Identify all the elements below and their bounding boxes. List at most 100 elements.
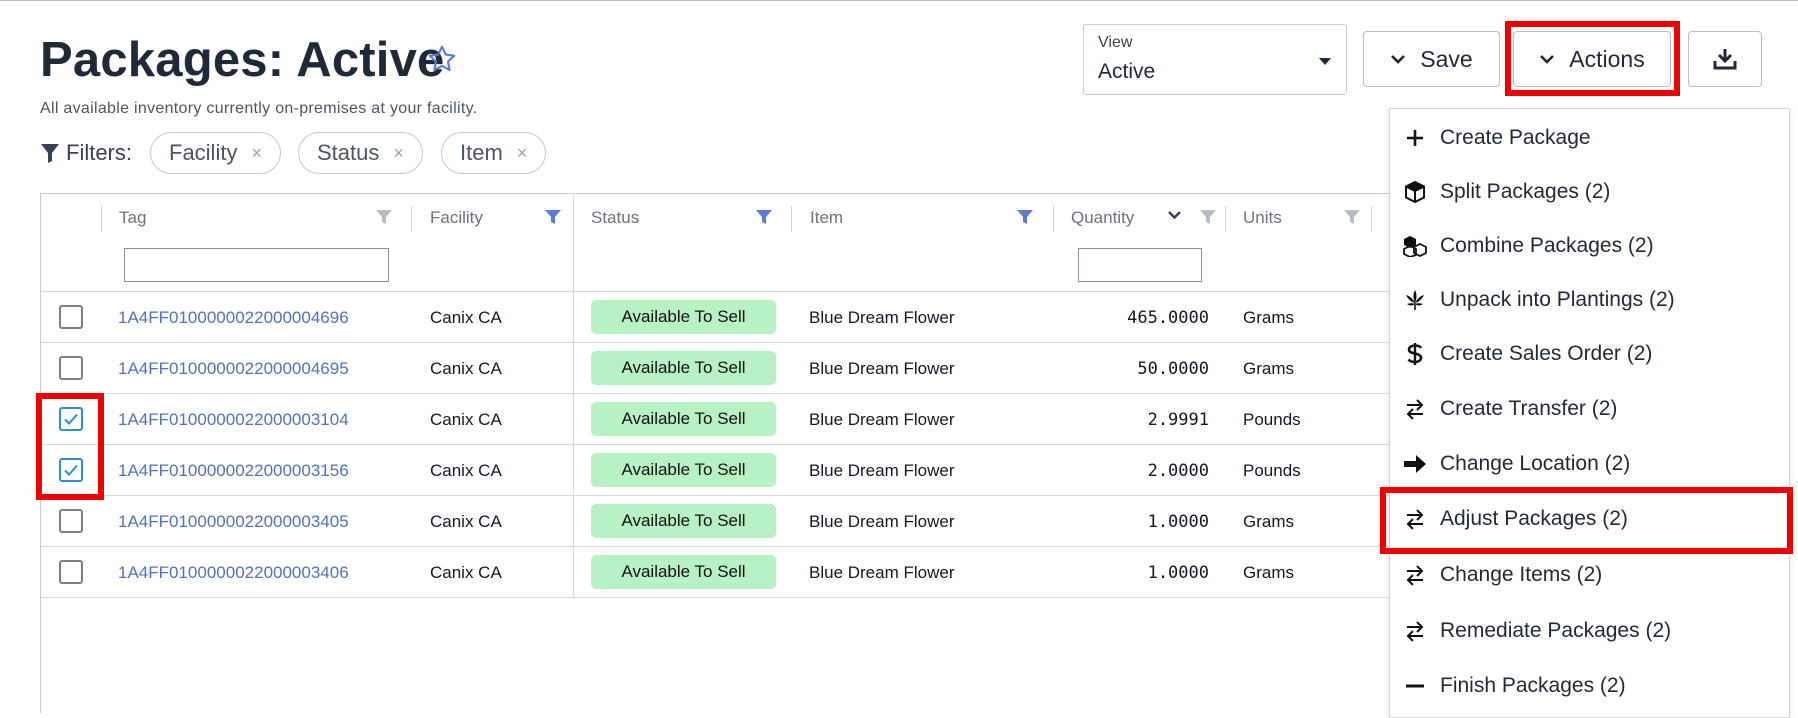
row-checkbox[interactable]	[59, 509, 83, 533]
package-tag-link[interactable]: 1A4FF0100000022000003405	[118, 496, 349, 547]
menu-item-combine-packages[interactable]: Combine Packages (2)	[1389, 219, 1790, 273]
facility-cell: Canix CA	[430, 307, 502, 327]
package-tag-link[interactable]: 1A4FF0100000022000003406	[118, 547, 349, 598]
dollar-icon	[1407, 343, 1423, 365]
menu-item-change-items[interactable]: Change Items (2)	[1389, 548, 1790, 602]
box-icon	[1405, 181, 1425, 203]
item-cell: Blue Dream Flower	[809, 409, 955, 429]
row-checkbox[interactable]	[59, 356, 83, 380]
column-filter-icon[interactable]	[755, 209, 773, 225]
quantity-cell: 50.0000	[1137, 358, 1209, 379]
item-cell: Blue Dream Flower	[809, 307, 955, 327]
units-cell: Grams	[1243, 511, 1294, 531]
menu-item-label: Combine Packages (2)	[1440, 234, 1654, 257]
sort-descending-icon[interactable]	[1167, 209, 1182, 221]
boxes-icon	[1403, 236, 1427, 257]
row-checkbox[interactable]	[59, 305, 83, 329]
menu-item-split-packages[interactable]: Split Packages (2)	[1389, 165, 1790, 219]
menu-item-change-location[interactable]: Change Location (2)	[1389, 437, 1790, 491]
filter-chip-facility[interactable]: Facility ×	[150, 132, 281, 174]
menu-item-label: Change Items (2)	[1440, 563, 1603, 586]
remove-chip-icon[interactable]: ×	[393, 143, 404, 164]
save-button[interactable]: Save	[1363, 31, 1500, 87]
filter-chip-label: Status	[317, 140, 380, 165]
column-header-label: Item	[810, 208, 844, 227]
download-button[interactable]	[1688, 31, 1762, 87]
column-separator	[101, 206, 102, 232]
column-header-item[interactable]: Item	[792, 193, 1052, 291]
menu-item-create-sales-order[interactable]: Create Sales Order (2)	[1389, 327, 1790, 381]
quantity-filter-input[interactable]	[1078, 248, 1202, 282]
quantity-cell: 2.0000	[1147, 460, 1209, 481]
table-row[interactable]: 1A4FF0100000022000003405 Canix CA Availa…	[41, 496, 1390, 547]
table-row[interactable]: 1A4FF0100000022000003104 Canix CA Availa…	[41, 394, 1390, 445]
filters-label: Filters:	[66, 140, 132, 165]
adjust-packages-highlight	[1380, 487, 1793, 554]
chevron-down-icon	[1391, 55, 1406, 64]
status-badge: Available To Sell	[591, 453, 776, 487]
item-cell: Blue Dream Flower	[809, 460, 955, 480]
package-tag-link[interactable]: 1A4FF0100000022000004696	[118, 292, 349, 343]
facility-cell: Canix CA	[430, 562, 502, 582]
page-title: Packages: Active	[40, 33, 445, 87]
quantity-cell: 1.0000	[1147, 511, 1209, 532]
caret-down-icon	[1319, 58, 1331, 65]
remove-chip-icon[interactable]: ×	[517, 143, 528, 164]
filter-chip-status[interactable]: Status ×	[298, 132, 423, 174]
exchange-arrows-icon	[1406, 621, 1424, 642]
table-row[interactable]: 1A4FF0100000022000004695 Canix CA Availa…	[41, 343, 1390, 394]
table-row[interactable]: 1A4FF0100000022000003156 Canix CA Availa…	[41, 445, 1390, 496]
row-checkbox[interactable]	[59, 560, 83, 584]
column-header-status[interactable]: Status	[574, 193, 790, 291]
actions-button-highlight	[1505, 21, 1680, 96]
column-header-units[interactable]: Units	[1226, 193, 1371, 291]
menu-item-label: Create Package	[1440, 126, 1591, 149]
menu-item-create-package[interactable]: Create Package	[1389, 111, 1790, 165]
column-filter-icon[interactable]	[544, 209, 562, 225]
menu-item-remediate-packages[interactable]: Remediate Packages (2)	[1389, 604, 1790, 658]
filter-chip-item[interactable]: Item ×	[441, 132, 547, 174]
remove-chip-icon[interactable]: ×	[251, 143, 262, 164]
package-tag-link[interactable]: 1A4FF0100000022000004695	[118, 343, 349, 394]
status-badge: Available To Sell	[591, 300, 776, 334]
column-header-label: Facility	[430, 208, 483, 227]
menu-item-label: Split Packages (2)	[1440, 180, 1611, 203]
item-cell: Blue Dream Flower	[809, 511, 955, 531]
menu-item-finish-packages[interactable]: Finish Packages (2)	[1389, 659, 1790, 713]
menu-item-label: Unpack into Plantings (2)	[1440, 288, 1675, 311]
column-header-facility[interactable]: Facility	[412, 193, 572, 291]
column-filter-icon[interactable]	[375, 209, 393, 225]
view-select[interactable]: View Active	[1083, 24, 1347, 95]
package-tag-link[interactable]: 1A4FF0100000022000003104	[118, 394, 349, 445]
menu-item-create-transfer[interactable]: Create Transfer (2)	[1389, 382, 1790, 436]
column-filter-icon[interactable]	[1343, 209, 1361, 225]
item-cell: Blue Dream Flower	[809, 358, 955, 378]
status-badge: Available To Sell	[591, 555, 776, 589]
table-row[interactable]: 1A4FF0100000022000003406 Canix CA Availa…	[41, 547, 1390, 598]
facility-cell: Canix CA	[430, 358, 502, 378]
exchange-arrows-icon	[1406, 399, 1424, 420]
menu-item-label: Create Transfer (2)	[1440, 397, 1618, 420]
tag-filter-input[interactable]	[124, 248, 389, 282]
column-header-label: Quantity	[1071, 208, 1135, 227]
column-header-label: Units	[1243, 208, 1282, 227]
item-cell: Blue Dream Flower	[809, 562, 955, 582]
column-header-label: Status	[591, 208, 640, 227]
favorite-star-icon[interactable]	[426, 43, 458, 75]
column-filter-icon[interactable]	[1199, 209, 1217, 225]
quantity-cell: 465.0000	[1127, 307, 1209, 328]
units-cell: Pounds	[1243, 409, 1301, 429]
column-filter-icon[interactable]	[1016, 209, 1034, 225]
package-tag-link[interactable]: 1A4FF0100000022000003156	[118, 445, 349, 496]
table-row[interactable]: 1A4FF0100000022000004696 Canix CA Availa…	[41, 292, 1390, 343]
column-separator	[1371, 206, 1372, 232]
filter-chip-label: Facility	[169, 140, 238, 165]
page-subtitle: All available inventory currently on-pre…	[40, 100, 478, 117]
menu-item-unpack-plantings[interactable]: Unpack into Plantings (2)	[1389, 273, 1790, 327]
selected-rows-highlight	[36, 393, 104, 500]
quantity-cell: 2.9991	[1147, 409, 1209, 430]
cannabis-leaf-icon	[1406, 290, 1424, 310]
units-cell: Grams	[1243, 307, 1294, 327]
exchange-arrows-icon	[1406, 565, 1424, 586]
column-header-label: Tag	[119, 208, 147, 227]
